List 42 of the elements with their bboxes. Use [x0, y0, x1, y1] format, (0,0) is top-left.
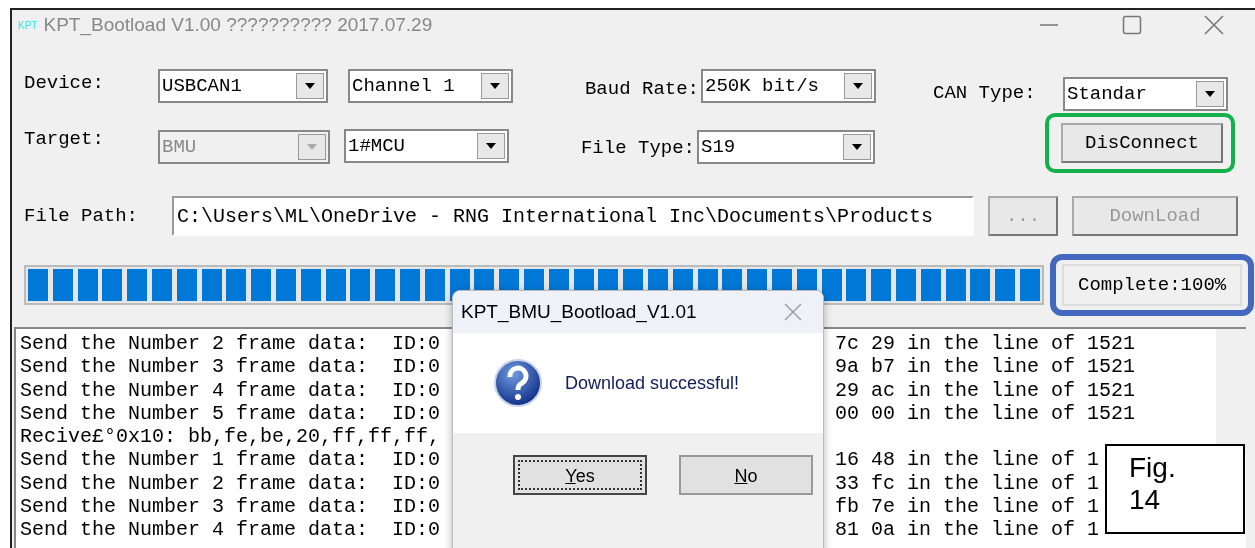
dialog-title: KPT_BMU_Bootload_V1.01 — [461, 301, 697, 323]
log-text: 9a b7 in the line of 1521 — [835, 355, 1136, 379]
log-text: 7c 29 in the line of 1521 — [835, 332, 1136, 356]
log-text: 00 00 in the line of 1521 — [835, 401, 1136, 426]
close-icon[interactable] — [1204, 15, 1224, 35]
log-text: 81 0a in the line of 1 — [835, 518, 1100, 542]
question-icon — [493, 358, 543, 408]
mcu-dropdown[interactable]: 1#MCU — [344, 129, 509, 163]
log-text: Send the Number 2 frame data: ID:0 — [20, 471, 441, 496]
channel-dropdown[interactable]: Channel 1 — [348, 69, 513, 103]
dialog-button[interactable]: No — [679, 455, 813, 495]
device-dropdown[interactable]: USBCAN1 — [158, 69, 328, 103]
target-label: Target: — [24, 128, 105, 150]
log-text: Send the Number 3 frame data: ID:0 — [20, 355, 441, 379]
file-path-field[interactable]: C:\Users\ML\OneDrive - RNG International Inc\Documents\Products — [172, 196, 974, 236]
log-text: Recive£°0x10: bb,fe,be,20,ff,ff,ff, — [20, 425, 441, 449]
window-title: KPT_Bootload V1.00 ?????????? 2017.07.29 — [43, 14, 433, 36]
dialog-message: Download successful! — [565, 372, 740, 394]
disconnect-button[interactable]: DisConnect — [1061, 123, 1223, 163]
log-text: Send the Number 4 frame data: ID:0 — [20, 518, 441, 542]
file-path-label: File Path: — [24, 205, 140, 227]
log-text: Send the Number 4 frame data: ID:0 — [20, 378, 441, 402]
log-text: Send the Number 2 frame data: ID:0 — [20, 332, 441, 356]
baud-rate-dropdown[interactable]: 250K bit/s — [701, 69, 876, 103]
log-text: fb 7e in the line of 1 — [835, 495, 1100, 519]
progress-status: Complete:100% — [1062, 264, 1243, 306]
can-type-label: CAN Type: — [933, 82, 1037, 104]
log-text: 33 fc in the line of 1 — [835, 471, 1100, 496]
figure-label: Fig. 14 — [1105, 444, 1245, 534]
file-type-dropdown[interactable]: S19 — [697, 130, 875, 164]
log-text: Send the Number 1 frame data: ID:0 — [20, 448, 441, 472]
log-text: Send the Number 3 frame data: ID:0 — [20, 495, 441, 519]
app-logo: KPT — [18, 19, 38, 31]
baud-rate-label: Baud Rate: — [583, 78, 700, 100]
can-type-dropdown[interactable]: Standar — [1063, 77, 1228, 111]
maximize-icon[interactable] — [1122, 15, 1142, 35]
log-text: Send the Number 5 frame data: ID:0 — [20, 401, 441, 426]
log-text: 29 ac in the line of 1521 — [835, 378, 1136, 402]
dialog-button[interactable]: Yes — [513, 455, 647, 495]
device-label: Device: — [24, 72, 105, 94]
log-text: 16 48 in the line of 1 — [835, 448, 1100, 472]
file-type-label: File Type: — [579, 137, 696, 159]
